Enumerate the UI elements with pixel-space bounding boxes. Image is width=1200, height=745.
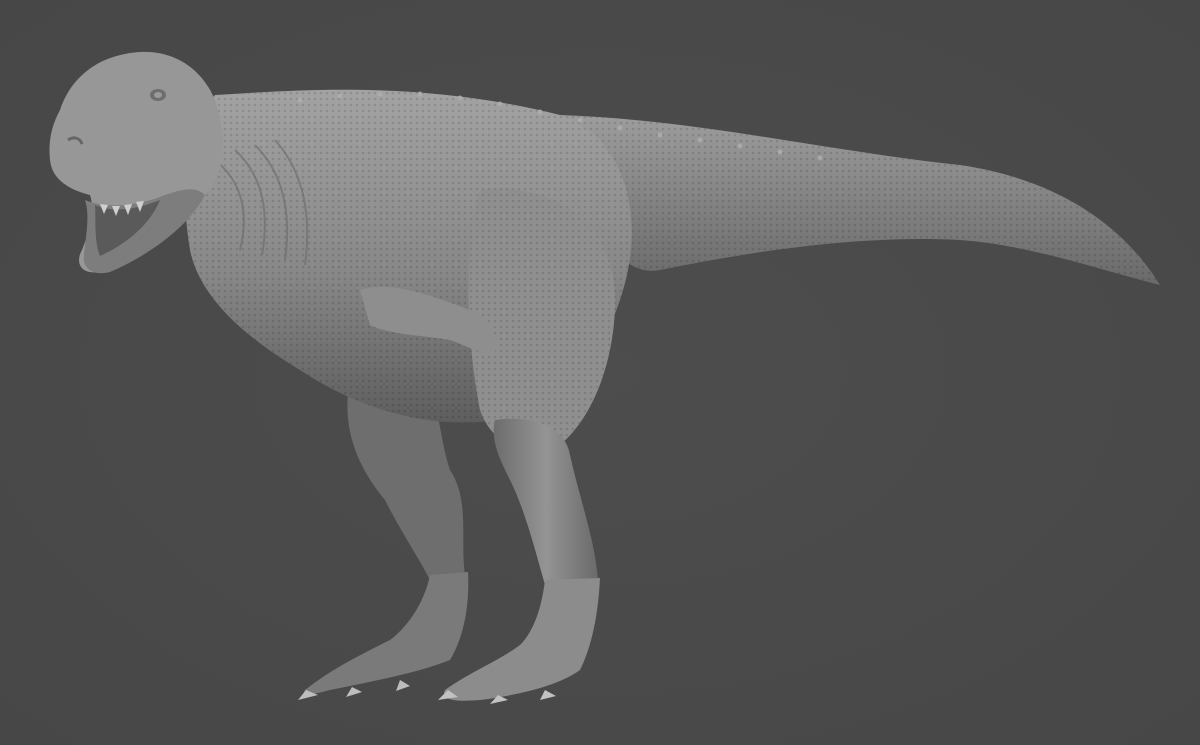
dinosaur-sculpture — [49, 51, 1160, 704]
sculpt-viewport[interactable] — [0, 0, 1200, 745]
far-foot — [303, 572, 469, 695]
near-leg — [493, 418, 598, 585]
